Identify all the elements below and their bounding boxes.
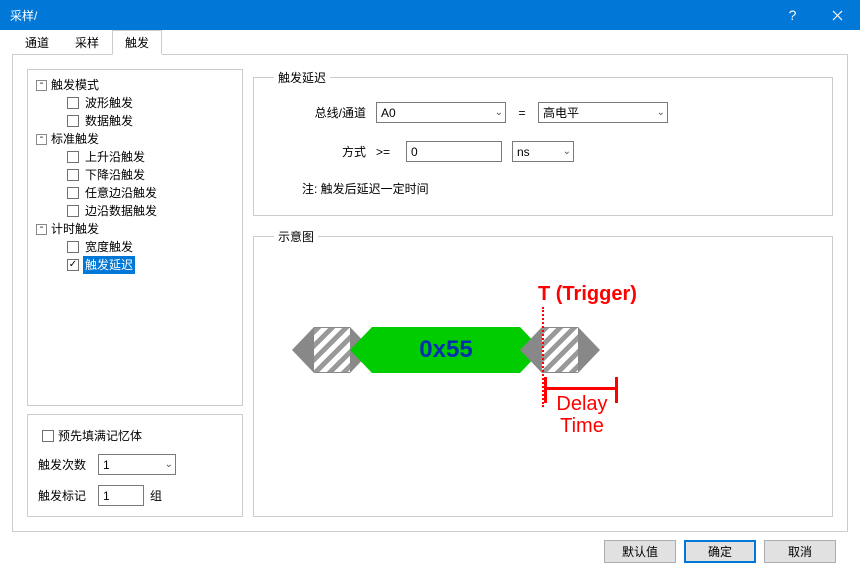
chk-data[interactable] xyxy=(67,115,79,127)
chk-prefill[interactable] xyxy=(42,430,54,442)
tree-width[interactable]: 宽度触发 xyxy=(83,238,135,256)
delay-note: 注: 触发后延迟一定时间 xyxy=(302,180,812,197)
defaults-button[interactable]: 默认值 xyxy=(604,540,676,563)
tree-data[interactable]: 数据触发 xyxy=(83,112,135,130)
prefill-label: 预先填满记忆体 xyxy=(58,427,142,444)
tree-waveform[interactable]: 波形触发 xyxy=(83,94,135,112)
tree-falling[interactable]: 下降沿触发 xyxy=(83,166,147,184)
delay-time-label: DelayTime xyxy=(550,393,614,437)
timing-diagram: 0x55 T (Trigger) DelayTime xyxy=(274,255,812,435)
ok-button[interactable]: 确定 xyxy=(684,540,756,563)
delay-legend: 触发延迟 xyxy=(274,69,330,86)
mode-label: 方式 xyxy=(274,143,366,160)
mode-value-input[interactable] xyxy=(406,141,502,162)
lower-settings: 预先填满记忆体 触发次数 1 ⌄ 触发标记 组 xyxy=(27,414,243,517)
tab-content: - 触发模式 波形触发 数据触发 - 标准触发 上升沿触发 下降 xyxy=(12,54,848,532)
diagram-legend: 示意图 xyxy=(274,228,318,245)
tree-anyedge[interactable]: 任意边沿触发 xyxy=(83,184,159,202)
level-select[interactable]: 高电平 ⌄ xyxy=(538,102,668,123)
right-column: 触发延迟 总线/通道 A0 ⌄ = 高电平 ⌄ 方式 >= ns xyxy=(253,69,833,517)
mode-op: >= xyxy=(376,145,396,159)
left-column: - 触发模式 波形触发 数据触发 - 标准触发 上升沿触发 下降 xyxy=(27,69,243,517)
chk-delay[interactable] xyxy=(67,259,79,271)
chk-width[interactable] xyxy=(67,241,79,253)
tab-trigger[interactable]: 触发 xyxy=(112,30,162,55)
tree-rising[interactable]: 上升沿触发 xyxy=(83,148,147,166)
chk-anyedge[interactable] xyxy=(67,187,79,199)
trigger-tree: - 触发模式 波形触发 数据触发 - 标准触发 上升沿触发 下降 xyxy=(27,69,243,406)
cancel-button[interactable]: 取消 xyxy=(764,540,836,563)
title-bar: 采样/ ? xyxy=(0,0,860,30)
tab-sample[interactable]: 采样 xyxy=(62,30,112,55)
diagram-group: 示意图 0x55 T (Trigger) xyxy=(253,228,833,517)
mark-input[interactable] xyxy=(98,485,144,506)
tree-group-timing[interactable]: 计时触发 xyxy=(49,220,101,238)
count-select[interactable]: 1 ⌄ xyxy=(98,454,176,475)
tab-channel[interactable]: 通道 xyxy=(12,30,62,55)
expand-timing[interactable]: - xyxy=(36,224,47,235)
expand-modes[interactable]: - xyxy=(36,80,47,91)
unit-select[interactable]: ns ⌄ xyxy=(512,141,574,162)
button-bar: 默认值 确定 取消 xyxy=(0,540,860,575)
bus-select[interactable]: A0 ⌄ xyxy=(376,102,506,123)
chevron-down-icon: ⌄ xyxy=(165,459,173,470)
chevron-down-icon: ⌄ xyxy=(563,146,571,157)
tree-group-standard[interactable]: 标准触发 xyxy=(49,130,101,148)
chk-edgedata[interactable] xyxy=(67,205,79,217)
chk-waveform[interactable] xyxy=(67,97,79,109)
chevron-down-icon: ⌄ xyxy=(495,107,503,118)
tab-bar: 通道 采样 触发 xyxy=(0,30,860,54)
window-title: 采样/ xyxy=(10,7,37,24)
tree-group-modes[interactable]: 触发模式 xyxy=(49,76,101,94)
data-block: 0x55 xyxy=(350,327,542,373)
count-label: 触发次数 xyxy=(38,456,92,473)
close-button[interactable] xyxy=(815,0,860,30)
delay-group: 触发延迟 总线/通道 A0 ⌄ = 高电平 ⌄ 方式 >= ns xyxy=(253,69,833,216)
tree-delay[interactable]: 触发延迟 xyxy=(83,256,135,274)
help-button[interactable]: ? xyxy=(770,0,815,30)
titlebar-buttons: ? xyxy=(770,0,860,30)
equals-label: = xyxy=(516,106,528,120)
close-icon xyxy=(832,10,843,21)
chk-rising[interactable] xyxy=(67,151,79,163)
tree-edgedata[interactable]: 边沿数据触发 xyxy=(83,202,159,220)
mark-suffix: 组 xyxy=(150,487,162,504)
chk-falling[interactable] xyxy=(67,169,79,181)
trigger-label: T (Trigger) xyxy=(538,283,637,306)
mark-label: 触发标记 xyxy=(38,487,92,504)
expand-standard[interactable]: - xyxy=(36,134,47,145)
post-data-block xyxy=(520,327,600,373)
data-label: 0x55 xyxy=(372,327,520,373)
bus-label: 总线/通道 xyxy=(274,104,366,121)
chevron-down-icon: ⌄ xyxy=(657,107,665,118)
